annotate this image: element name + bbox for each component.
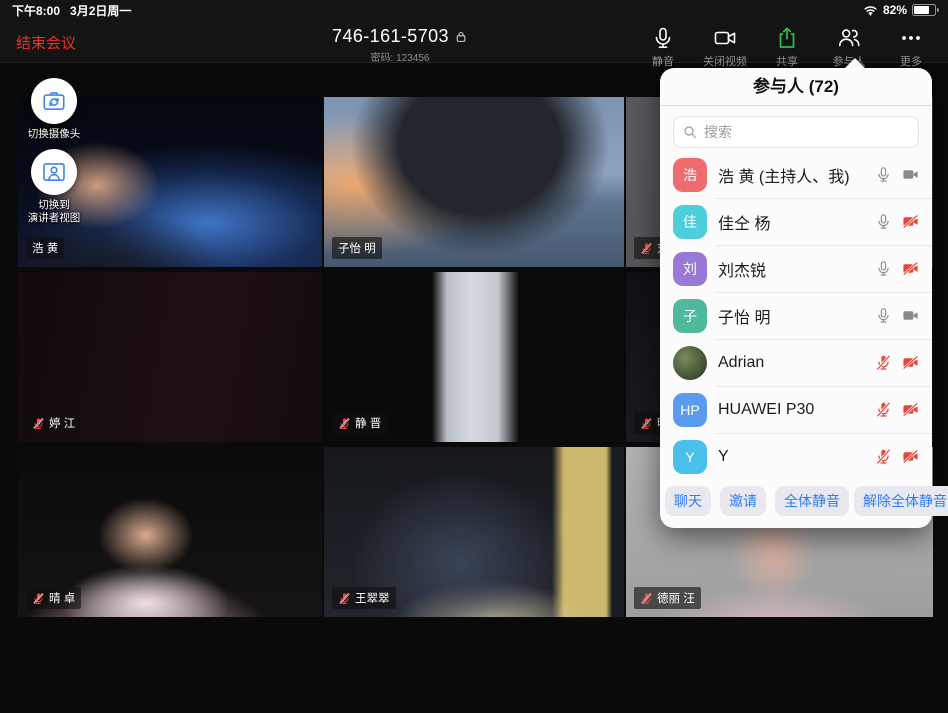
participants-panel: 参与人 (72) 浩 浩 黄 (主持人、我) 佳 佳仝 杨: [660, 68, 932, 528]
search-box: [673, 116, 919, 148]
participant-row[interactable]: Adrian: [660, 339, 932, 386]
avatar: 刘: [673, 252, 707, 286]
video-off-icon: [902, 213, 919, 230]
participant-name: 浩 黄 (主持人、我): [718, 163, 875, 187]
participant-name: Adrian: [718, 354, 875, 372]
switch-camera-label: 切换摄像头: [28, 128, 81, 141]
video-camera-icon: [713, 26, 737, 50]
avatar: Y: [673, 440, 707, 474]
video-tile[interactable]: 晴 卓: [18, 447, 322, 617]
status-date: 3月2日周一: [70, 2, 131, 19]
participant-name-tag: 静 晋: [332, 412, 387, 434]
mute-button[interactable]: 静音: [632, 23, 694, 69]
meeting-password: 密码: 123456: [332, 49, 468, 64]
avatar: HP: [673, 393, 707, 427]
meeting-toolbar: 结束会议 746-161-5703 密码: 123456 静音 关闭视频: [0, 20, 948, 62]
mic-on-icon: [875, 213, 892, 230]
video-tile[interactable]: 子怡 明: [324, 97, 624, 267]
speaker-view-icon: [41, 159, 67, 185]
video-tile[interactable]: 王翠翠: [324, 447, 624, 617]
top-bar: 下午8:00 3月2日周一 82% 结束会议 746-161-5703 密码: …: [0, 0, 948, 63]
video-on-icon: [902, 166, 919, 183]
muted-mic-icon: [338, 592, 351, 605]
participant-name-tag: 子怡 明: [332, 237, 382, 259]
participant-name-tag: 德丽 汪: [634, 587, 701, 609]
video-tile[interactable]: 婷 江: [18, 272, 322, 442]
invite-button[interactable]: 邀请: [720, 486, 766, 516]
participant-row[interactable]: HP HUAWEI P30: [660, 386, 932, 433]
mic-on-icon: [875, 307, 892, 324]
chat-button[interactable]: 聊天: [665, 486, 711, 516]
participant-name: 子怡 明: [718, 304, 875, 328]
video-on-icon: [902, 307, 919, 324]
avatar: 浩: [673, 158, 707, 192]
meeting-info[interactable]: 746-161-5703 密码: 123456: [332, 26, 468, 64]
avatar: 子: [673, 299, 707, 333]
muted-mic-icon: [338, 417, 351, 430]
meeting-id: 746-161-5703: [332, 26, 449, 47]
participant-name-tag: 晴 卓: [26, 587, 81, 609]
search-icon: [682, 124, 698, 140]
mic-on-icon: [875, 166, 892, 183]
video-off-icon: [902, 354, 919, 371]
participants-list: 浩 浩 黄 (主持人、我) 佳 佳仝 杨 刘 刘杰锐: [660, 151, 932, 479]
speaker-view-label: 切换到 演讲者视图: [28, 199, 81, 225]
lock-icon: [454, 30, 468, 44]
end-meeting-button[interactable]: 结束会议: [16, 32, 76, 53]
participants-icon: [837, 26, 861, 50]
wifi-icon: [863, 3, 878, 18]
stop-video-button[interactable]: 关闭视频: [694, 23, 756, 69]
participant-row[interactable]: 刘 刘杰锐: [660, 245, 932, 292]
share-icon: [775, 26, 799, 50]
switch-camera-button[interactable]: 切换摄像头: [9, 78, 99, 141]
search-input[interactable]: [673, 116, 919, 148]
battery-percent: 82%: [883, 3, 907, 17]
share-button[interactable]: 共享: [756, 23, 818, 69]
mic-off-icon: [875, 448, 892, 465]
participant-row[interactable]: 佳 佳仝 杨: [660, 198, 932, 245]
participant-name: 刘杰锐: [718, 257, 875, 281]
muted-mic-icon: [32, 592, 45, 605]
participant-name: 佳仝 杨: [718, 210, 875, 234]
mic-off-icon: [875, 401, 892, 418]
muted-mic-icon: [640, 417, 653, 430]
battery-icon: [912, 4, 936, 16]
microphone-icon: [651, 26, 675, 50]
participant-name: HUAWEI P30: [718, 401, 875, 419]
zoom-meeting-screen: 下午8:00 3月2日周一 82% 结束会议 746-161-5703 密码: …: [0, 0, 948, 713]
participant-row[interactable]: Y Y: [660, 433, 932, 479]
avatar: 佳: [673, 205, 707, 239]
toolbar-actions: 静音 关闭视频 共享 参与人 更多: [632, 23, 942, 69]
speaker-view-button[interactable]: 切换到 演讲者视图: [9, 149, 99, 225]
participant-row[interactable]: 子 子怡 明: [660, 292, 932, 339]
more-button[interactable]: 更多: [880, 23, 942, 69]
muted-mic-icon: [640, 592, 653, 605]
video-tile[interactable]: 静 晋: [324, 272, 624, 442]
muted-mic-icon: [640, 242, 653, 255]
participant-name-tag: 浩 黄: [26, 237, 64, 259]
avatar-photo: [673, 346, 707, 380]
participant-name-tag: 王翠翠: [332, 587, 396, 609]
status-time: 下午8:00: [12, 2, 60, 19]
video-off-icon: [902, 448, 919, 465]
participant-name-tag: 婷 江: [26, 412, 81, 434]
mic-off-icon: [875, 354, 892, 371]
panel-title: 参与人 (72): [660, 68, 932, 106]
switch-camera-icon: [41, 88, 67, 114]
more-dots-icon: [899, 26, 923, 50]
panel-footer: 聊天 邀请 全体静音 解除全体静音: [660, 479, 932, 528]
status-bar: 下午8:00 3月2日周一 82%: [0, 0, 948, 20]
video-off-icon: [902, 260, 919, 277]
mute-all-button[interactable]: 全体静音: [775, 486, 849, 516]
mic-on-icon: [875, 260, 892, 277]
participant-name: Y: [718, 448, 875, 466]
muted-mic-icon: [32, 417, 45, 430]
unmute-all-button[interactable]: 解除全体静音: [854, 486, 948, 516]
participant-row[interactable]: 浩 浩 黄 (主持人、我): [660, 151, 932, 198]
video-off-icon: [902, 401, 919, 418]
